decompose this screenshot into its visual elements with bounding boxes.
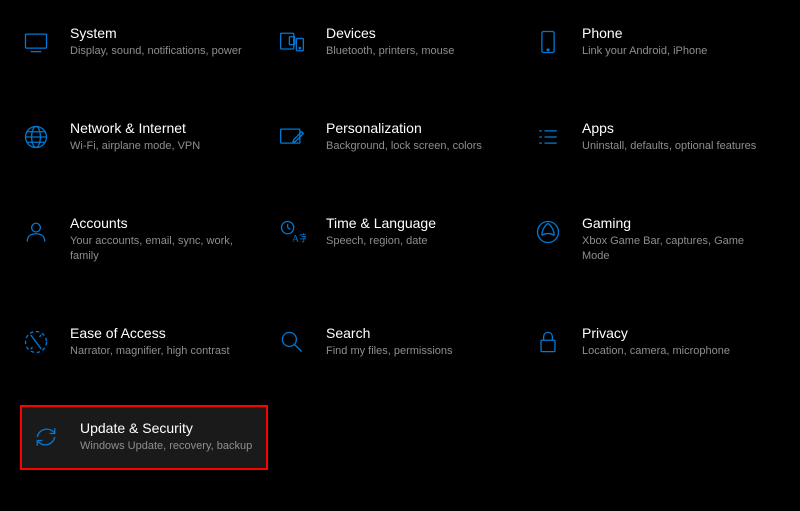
settings-item-devices[interactable]: Devices Bluetooth, printers, mouse (276, 18, 524, 65)
text-wrap: Network & Internet Wi-Fi, airplane mode,… (70, 119, 200, 154)
settings-item-system[interactable]: System Display, sound, notifications, po… (20, 18, 268, 65)
settings-item-privacy[interactable]: Privacy Location, camera, microphone (532, 318, 780, 365)
item-desc: Location, camera, microphone (582, 344, 730, 359)
text-wrap: Personalization Background, lock screen,… (326, 119, 482, 154)
item-title: Time & Language (326, 214, 436, 232)
text-wrap: Gaming Xbox Game Bar, captures, Game Mod… (582, 214, 762, 264)
item-desc: Narrator, magnifier, high contrast (70, 344, 230, 359)
accounts-icon (20, 216, 52, 248)
item-desc: Link your Android, iPhone (582, 44, 707, 59)
item-desc: Xbox Game Bar, captures, Game Mode (582, 234, 762, 264)
item-desc: Windows Update, recovery, backup (80, 439, 252, 454)
item-title: Apps (582, 119, 756, 137)
settings-item-update-security[interactable]: Update & Security Windows Update, recove… (20, 405, 268, 470)
text-wrap: Phone Link your Android, iPhone (582, 24, 707, 59)
search-icon (276, 326, 308, 358)
devices-icon (276, 26, 308, 58)
text-wrap: Search Find my files, permissions (326, 324, 453, 359)
item-title: Privacy (582, 324, 730, 342)
item-desc: Uninstall, defaults, optional features (582, 139, 756, 154)
system-icon (20, 26, 52, 58)
phone-icon (532, 26, 564, 58)
item-desc: Display, sound, notifications, power (70, 44, 242, 59)
settings-grid: System Display, sound, notifications, po… (20, 18, 780, 470)
settings-item-ease-of-access[interactable]: Ease of Access Narrator, magnifier, high… (20, 318, 268, 365)
settings-item-search[interactable]: Search Find my files, permissions (276, 318, 524, 365)
lock-icon (532, 326, 564, 358)
item-desc: Wi-Fi, airplane mode, VPN (70, 139, 200, 154)
text-wrap: Devices Bluetooth, printers, mouse (326, 24, 454, 59)
personalization-icon (276, 121, 308, 153)
settings-item-gaming[interactable]: Gaming Xbox Game Bar, captures, Game Mod… (532, 208, 780, 270)
item-title: System (70, 24, 242, 42)
item-title: Phone (582, 24, 707, 42)
settings-item-personalization[interactable]: Personalization Background, lock screen,… (276, 113, 524, 160)
item-title: Personalization (326, 119, 482, 137)
text-wrap: Privacy Location, camera, microphone (582, 324, 730, 359)
settings-item-time[interactable]: A字 Time & Language Speech, region, date (276, 208, 524, 270)
settings-item-apps[interactable]: Apps Uninstall, defaults, optional featu… (532, 113, 780, 160)
settings-item-phone[interactable]: Phone Link your Android, iPhone (532, 18, 780, 65)
item-desc: Background, lock screen, colors (326, 139, 482, 154)
item-title: Update & Security (80, 419, 252, 437)
text-wrap: Ease of Access Narrator, magnifier, high… (70, 324, 230, 359)
settings-item-accounts[interactable]: Accounts Your accounts, email, sync, wor… (20, 208, 268, 270)
text-wrap: Update & Security Windows Update, recove… (80, 419, 252, 454)
item-desc: Speech, region, date (326, 234, 436, 249)
item-desc: Your accounts, email, sync, work, family (70, 234, 250, 264)
gaming-icon (532, 216, 564, 248)
text-wrap: System Display, sound, notifications, po… (70, 24, 242, 59)
settings-item-network[interactable]: Network & Internet Wi-Fi, airplane mode,… (20, 113, 268, 160)
item-title: Gaming (582, 214, 762, 232)
text-wrap: Accounts Your accounts, email, sync, wor… (70, 214, 250, 264)
item-title: Search (326, 324, 453, 342)
svg-text:A字: A字 (292, 233, 306, 245)
item-desc: Bluetooth, printers, mouse (326, 44, 454, 59)
item-title: Accounts (70, 214, 250, 232)
apps-icon (532, 121, 564, 153)
item-title: Network & Internet (70, 119, 200, 137)
text-wrap: Apps Uninstall, defaults, optional featu… (582, 119, 756, 154)
item-desc: Find my files, permissions (326, 344, 453, 359)
item-title: Ease of Access (70, 324, 230, 342)
item-title: Devices (326, 24, 454, 42)
globe-icon (20, 121, 52, 153)
ease-of-access-icon (20, 326, 52, 358)
time-language-icon: A字 (276, 216, 308, 248)
text-wrap: Time & Language Speech, region, date (326, 214, 436, 249)
update-icon (30, 421, 62, 453)
